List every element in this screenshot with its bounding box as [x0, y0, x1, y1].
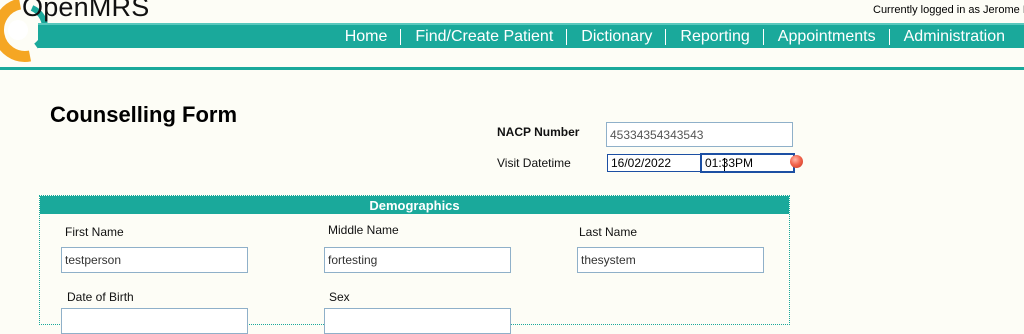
form-title: Counselling Form [50, 102, 237, 127]
visit-date-field[interactable]: 16/02/2022 [607, 154, 701, 172]
page-header: OpenMRS Currently logged in as Jerome I … [0, 0, 1024, 70]
nacp-number-label: NACP Number [497, 125, 580, 139]
last-name-label: Last Name [579, 225, 638, 239]
middle-name-label: Middle Name [328, 223, 399, 237]
text-cursor [724, 158, 725, 171]
middle-name-field[interactable]: fortesting [324, 247, 511, 273]
nav-appointments[interactable]: Appointments [762, 28, 889, 45]
dob-field[interactable] [61, 308, 248, 334]
nav-dictionary[interactable]: Dictionary [566, 28, 665, 45]
nav-reporting[interactable]: Reporting [665, 28, 762, 45]
visit-time-field[interactable]: 01:33PM [700, 153, 795, 173]
login-status: Currently logged in as Jerome I [873, 4, 1024, 16]
header-divider [0, 67, 1024, 70]
nav-administration[interactable]: Administration [888, 28, 1018, 45]
nav-find-create-patient[interactable]: Find/Create Patient [400, 28, 566, 45]
nacp-number-field[interactable]: 45334354343543 [606, 122, 793, 147]
dob-label: Date of Birth [67, 290, 134, 304]
nav-home[interactable]: Home [331, 28, 401, 45]
demographics-header: Demographics [40, 196, 789, 214]
app-title: OpenMRS [22, 0, 150, 22]
first-name-field[interactable]: testperson [61, 247, 248, 273]
sex-label: Sex [329, 290, 350, 304]
visit-datetime-label: Visit Datetime [497, 156, 571, 170]
first-name-label: First Name [65, 225, 124, 239]
last-name-field[interactable]: thesystem [577, 247, 764, 273]
error-indicator-icon [790, 155, 803, 168]
sex-field[interactable] [324, 308, 511, 334]
main-nav: Home Find/Create Patient Dictionary Repo… [38, 23, 1024, 48]
